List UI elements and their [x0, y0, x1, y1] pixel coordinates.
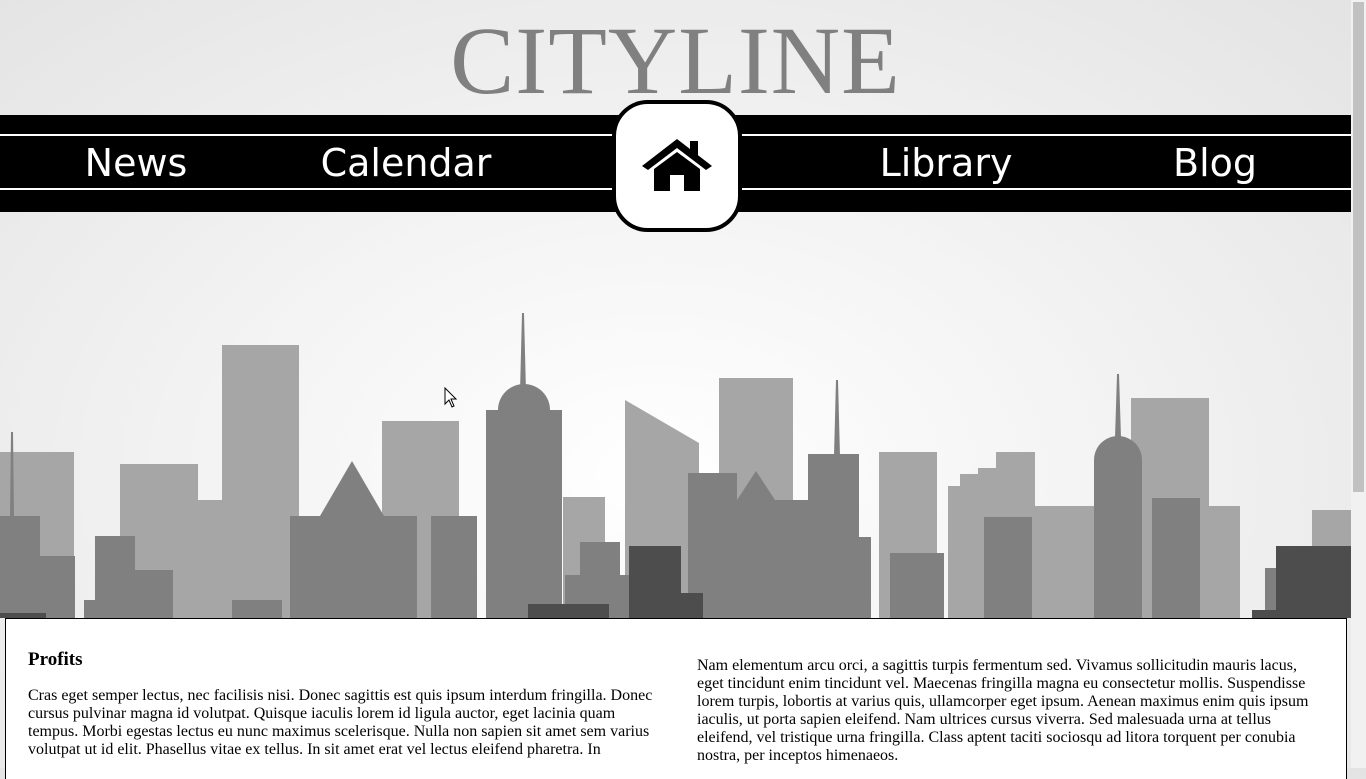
- home-icon: [642, 139, 712, 191]
- nav-item-library[interactable]: Library: [866, 141, 1026, 185]
- paragraph-left: Cras eget semper lectus, nec facilisis n…: [28, 687, 653, 758]
- paragraph-right: Nam elementum arcu orci, a sagittis turp…: [697, 657, 1309, 764]
- home-button[interactable]: [612, 100, 742, 232]
- mouse-cursor-icon: [444, 387, 458, 408]
- city-skyline-illustration: [0, 313, 1351, 618]
- section-heading-profits: Profits: [28, 649, 83, 670]
- nav-item-blog[interactable]: Blog: [1150, 141, 1280, 185]
- content-column-right: Nam elementum arcu orci, a sagittis turp…: [697, 657, 1322, 765]
- vertical-scrollbar[interactable]: [1351, 0, 1366, 768]
- page: CITYLINE News Calendar Library Blog Prof…: [0, 0, 1351, 779]
- nav-item-news[interactable]: News: [62, 141, 210, 185]
- content-panel: Profits Cras eget semper lectus, nec fac…: [5, 618, 1347, 779]
- scrollbar-thumb[interactable]: [1353, 2, 1364, 492]
- nav-item-calendar[interactable]: Calendar: [306, 141, 506, 185]
- content-column-left: Profits Cras eget semper lectus, nec fac…: [28, 649, 658, 759]
